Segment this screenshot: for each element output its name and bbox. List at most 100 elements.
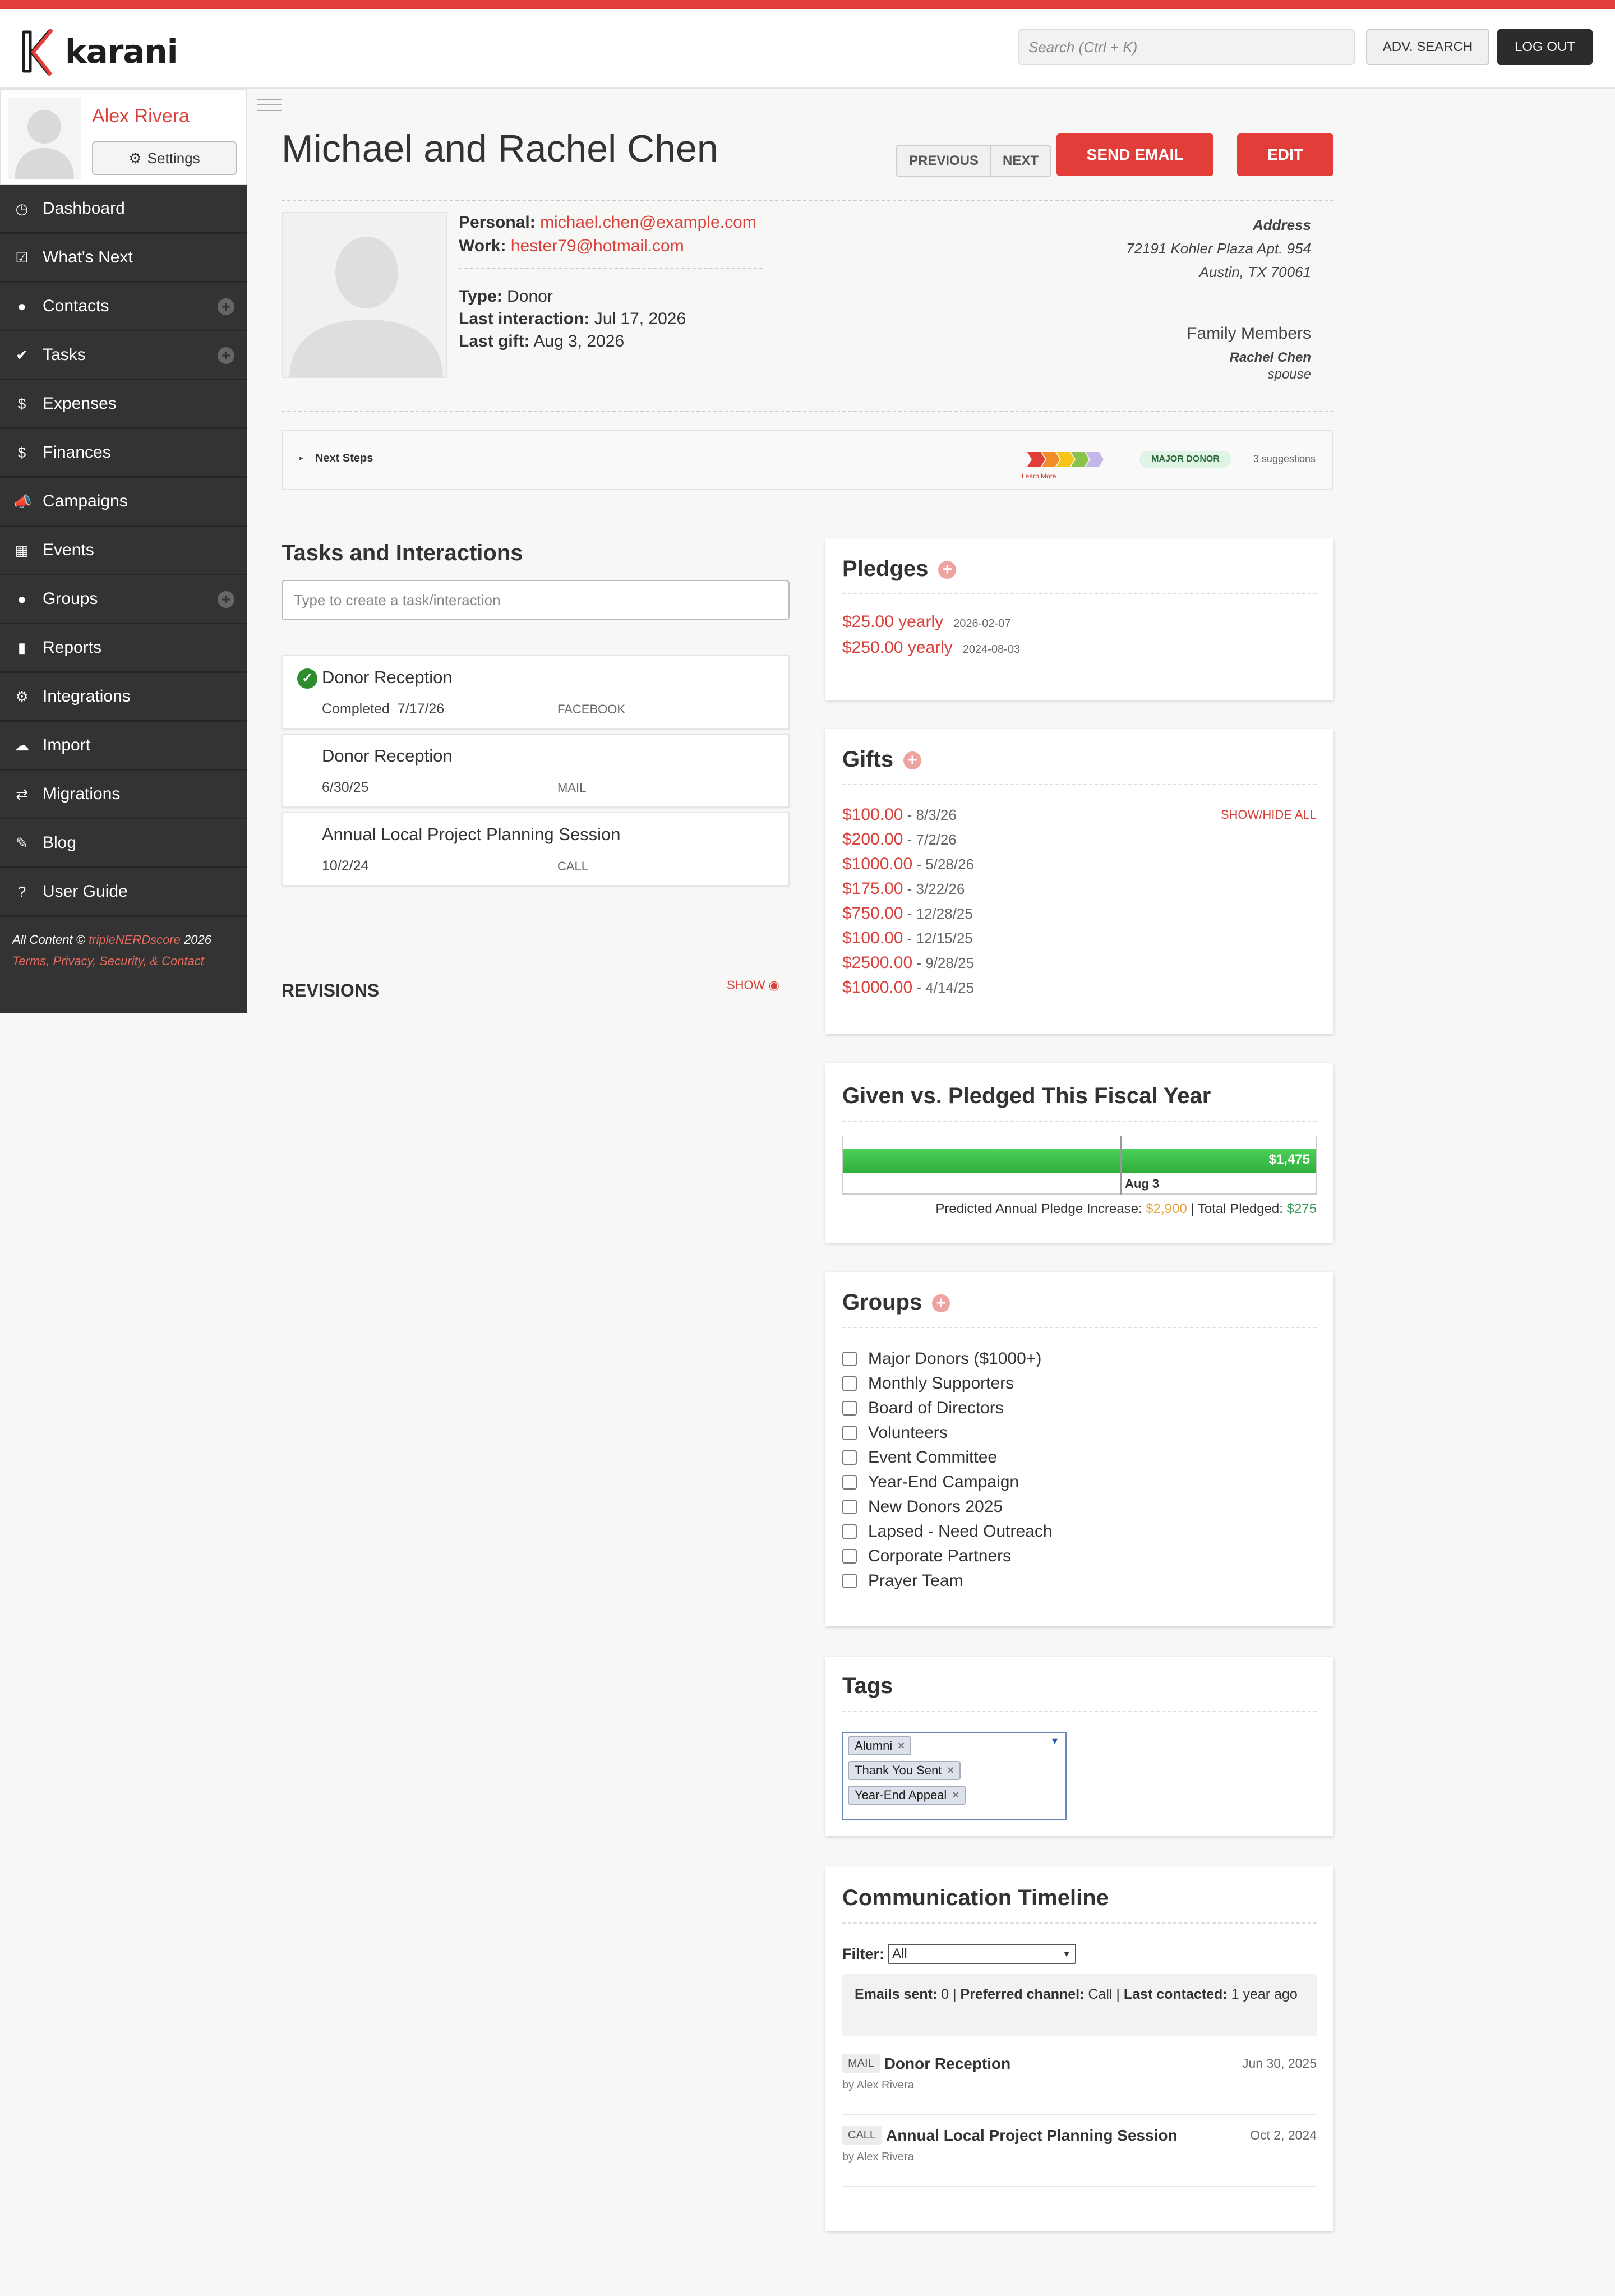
remove-tag-icon[interactable]: × (898, 1740, 905, 1753)
gift-amount[interactable]: $200.00 (842, 830, 903, 849)
task-title[interactable]: Donor Reception (322, 667, 453, 688)
sidebar-item-campaigns[interactable]: 📣 Campaigns (0, 478, 247, 527)
personal-email-link[interactable]: michael.chen@example.com (540, 213, 756, 232)
group-item[interactable]: Monthly Supporters (842, 1374, 1014, 1393)
group-checkbox[interactable] (842, 1500, 857, 1514)
group-checkbox[interactable] (842, 1549, 857, 1564)
add-circle-icon[interactable]: + (218, 298, 234, 315)
filter-select[interactable]: All ▼ (888, 1944, 1077, 1964)
sidebar-item-integrations[interactable]: ⚙ Integrations (0, 673, 247, 722)
user-name[interactable]: Alex Rivera (92, 105, 190, 127)
timeline-item-title[interactable]: Annual Local Project Planning Session (886, 2127, 1178, 2145)
group-label[interactable]: Major Donors ($1000+) (868, 1349, 1041, 1368)
sidebar-item-finances[interactable]: $ Finances (0, 429, 247, 478)
group-label[interactable]: Volunteers (868, 1423, 948, 1442)
expand-triangle-icon[interactable]: ▸ (299, 453, 303, 463)
group-label[interactable]: Year-End Campaign (868, 1473, 1019, 1492)
timeline-item-title[interactable]: Donor Reception (884, 2055, 1011, 2073)
task-title[interactable]: Annual Local Project Planning Session (322, 824, 621, 845)
group-checkbox[interactable] (842, 1574, 857, 1588)
edit-button[interactable]: EDIT (1237, 133, 1333, 176)
sidebar-item-dashboard[interactable]: ◷ Dashboard (0, 185, 247, 234)
group-label[interactable]: Board of Directors (868, 1399, 1004, 1418)
group-item[interactable]: New Donors 2025 (842, 1497, 1003, 1516)
group-checkbox[interactable] (842, 1524, 857, 1539)
contact-photo[interactable] (282, 212, 447, 378)
gift-amount[interactable]: $175.00 (842, 879, 903, 898)
task-item[interactable]: ✓ Donor Reception Completed 7/17/26 FACEBOO… (282, 655, 790, 729)
task-item[interactable]: Annual Local Project Planning Session 10/… (282, 812, 790, 886)
gift-item[interactable]: $2500.00 - 9/28/25 (842, 953, 974, 972)
dropdown-arrow-icon[interactable]: ▼ (1050, 1735, 1060, 1747)
group-checkbox[interactable] (842, 1475, 857, 1490)
sidebar-item-expenses[interactable]: $ Expenses (0, 380, 247, 429)
next-button[interactable]: NEXT (990, 145, 1051, 177)
company-link[interactable]: tripleNERDscore (89, 933, 181, 947)
search-input[interactable]: Search (Ctrl + K) (1018, 29, 1355, 65)
remove-tag-icon[interactable]: × (952, 1789, 959, 1802)
tag-chip[interactable]: Alumni × (848, 1736, 911, 1755)
add-group-icon[interactable]: + (932, 1294, 950, 1313)
gift-amount[interactable]: $2500.00 (842, 953, 912, 972)
sidebar-item-groups[interactable]: ● Groups + (0, 575, 247, 624)
group-item[interactable]: Year-End Campaign (842, 1473, 1019, 1492)
pledge-amount[interactable]: $250.00 yearly (842, 638, 953, 657)
group-item[interactable]: Volunteers (842, 1423, 948, 1442)
pledge-amount[interactable]: $25.00 yearly (842, 612, 943, 631)
timeline-item[interactable]: CALL Annual Local Project Planning Sessio… (842, 2126, 1317, 2187)
advanced-search-button[interactable]: ADV. SEARCH (1366, 29, 1489, 65)
group-checkbox[interactable] (842, 1376, 857, 1391)
gift-item[interactable]: $175.00 - 3/22/26 (842, 879, 965, 898)
app-logo[interactable]: karani (19, 24, 178, 80)
sidebar-item-user-guide[interactable]: ? User Guide (0, 868, 247, 917)
send-email-button[interactable]: SEND EMAIL (1056, 133, 1213, 176)
gift-amount[interactable]: $100.00 (842, 929, 903, 947)
next-steps-label[interactable]: Next Steps (315, 452, 373, 465)
gift-item[interactable]: $100.00 - 8/3/26 (842, 805, 957, 824)
add-gift-icon[interactable]: + (903, 751, 922, 770)
show-revisions-link[interactable]: SHOW ◉ (727, 978, 779, 993)
tag-chip[interactable]: Thank You Sent × (848, 1761, 961, 1780)
sidebar-item-contacts[interactable]: ● Contacts + (0, 283, 247, 331)
add-pledge-icon[interactable]: + (938, 561, 957, 579)
gift-amount[interactable]: $100.00 (842, 805, 903, 824)
suggestions-count[interactable]: 3 suggestions (1253, 453, 1316, 465)
add-circle-icon[interactable]: + (218, 347, 234, 364)
work-email-link[interactable]: hester79@hotmail.com (511, 237, 684, 255)
group-label[interactable]: New Donors 2025 (868, 1497, 1003, 1516)
sidebar-item-import[interactable]: ☁ Import (0, 722, 247, 771)
task-title[interactable]: Donor Reception (322, 746, 453, 766)
sidebar-item-migrations[interactable]: ⇄ Migrations (0, 771, 247, 819)
learn-more-link[interactable]: Learn More (1022, 472, 1056, 480)
hamburger-menu-icon[interactable] (257, 99, 282, 111)
group-item[interactable]: Lapsed - Need Outreach (842, 1522, 1053, 1541)
previous-button[interactable]: PREVIOUS (896, 145, 991, 177)
task-input[interactable]: Type to create a task/interaction (282, 580, 790, 620)
group-checkbox[interactable] (842, 1450, 857, 1465)
logout-button[interactable]: LOG OUT (1497, 29, 1593, 65)
tag-chip[interactable]: Year-End Appeal × (848, 1786, 966, 1805)
sidebar-item-events[interactable]: ▦ Events (0, 527, 247, 575)
group-label[interactable]: Event Committee (868, 1448, 997, 1467)
pledge-item[interactable]: $250.00 yearly 2024-08-03 (842, 638, 1020, 657)
gift-amount[interactable]: $1000.00 (842, 978, 912, 997)
check-circle-icon[interactable]: ✓ (297, 668, 317, 689)
group-label[interactable]: Corporate Partners (868, 1547, 1011, 1566)
show-hide-all-link[interactable]: SHOW/HIDE ALL (1221, 808, 1317, 822)
user-avatar[interactable] (8, 98, 81, 179)
group-label[interactable]: Monthly Supporters (868, 1374, 1014, 1393)
gift-amount[interactable]: $750.00 (842, 904, 903, 923)
group-item[interactable]: Corporate Partners (842, 1547, 1011, 1566)
sidebar-item-reports[interactable]: ▮ Reports (0, 624, 247, 673)
tags-select[interactable]: Alumni × Thank You Sent × Year-End Appeal × ▼ (842, 1732, 1067, 1820)
timeline-item[interactable]: MAIL Donor Reception Jun 30, 2025 by Alex R… (842, 2054, 1317, 2115)
add-circle-icon[interactable]: + (218, 591, 234, 608)
family-member-name[interactable]: Rachel Chen (1230, 350, 1311, 366)
group-item[interactable]: Event Committee (842, 1448, 997, 1467)
gift-amount[interactable]: $1000.00 (842, 855, 912, 873)
group-label[interactable]: Lapsed - Need Outreach (868, 1522, 1053, 1541)
group-checkbox[interactable] (842, 1352, 857, 1366)
sidebar-item-blog[interactable]: ✎ Blog (0, 819, 247, 868)
next-steps-panel[interactable]: ▸ Next Steps Learn More MAJOR DONOR 3 su… (282, 430, 1333, 490)
group-checkbox[interactable] (842, 1426, 857, 1440)
